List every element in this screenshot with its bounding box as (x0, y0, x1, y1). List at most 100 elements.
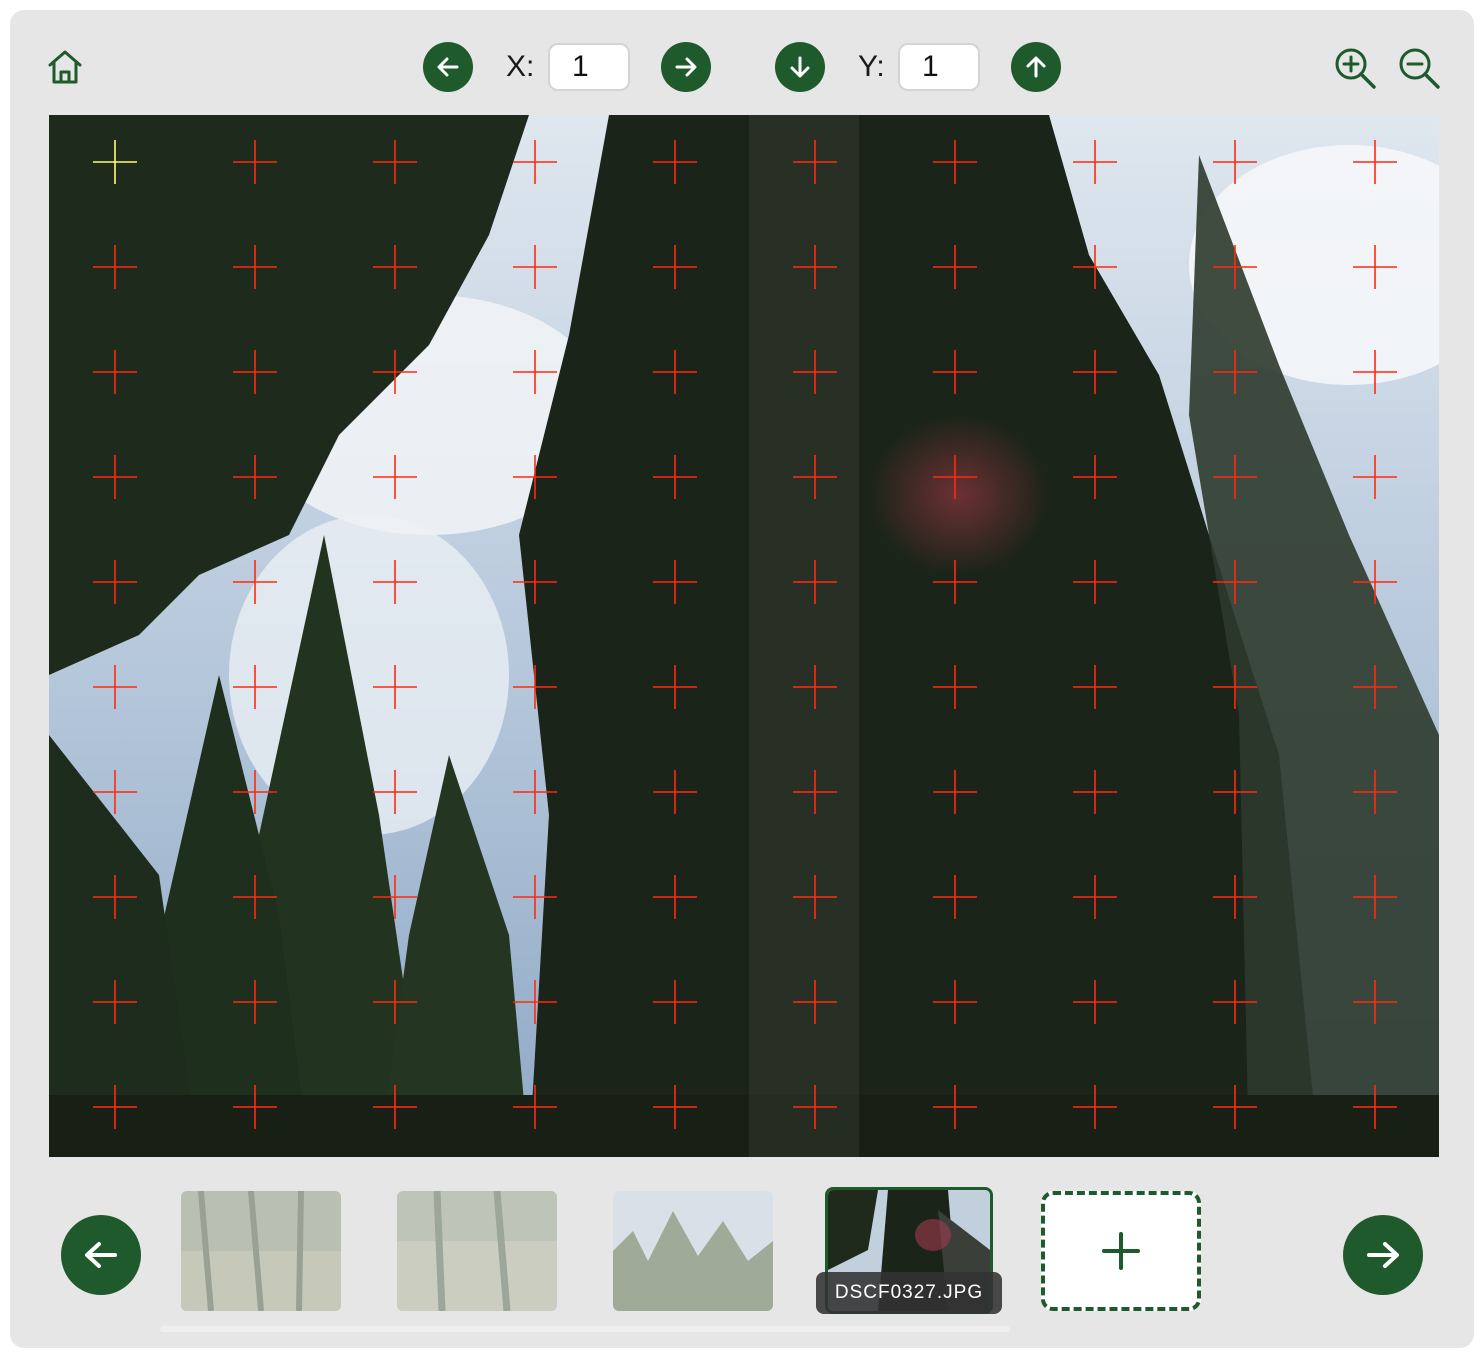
grid-crosshair[interactable] (653, 980, 697, 1024)
grid-crosshair[interactable] (93, 875, 137, 919)
grid-crosshair[interactable] (513, 665, 557, 709)
grid-crosshair[interactable] (93, 560, 137, 604)
grid-crosshair[interactable] (373, 770, 417, 814)
grid-crosshair[interactable] (373, 140, 417, 184)
grid-crosshair[interactable] (1213, 1085, 1257, 1129)
grid-crosshair[interactable] (933, 350, 977, 394)
grid-crosshair[interactable] (1073, 140, 1117, 184)
grid-crosshair[interactable] (233, 560, 277, 604)
grid-crosshair[interactable] (373, 980, 417, 1024)
grid-crosshair[interactable] (1353, 980, 1397, 1024)
grid-crosshair[interactable] (513, 245, 557, 289)
grid-crosshair[interactable] (513, 455, 557, 499)
grid-crosshair[interactable] (1353, 770, 1397, 814)
grid-crosshair[interactable] (933, 245, 977, 289)
grid-crosshair[interactable] (233, 770, 277, 814)
thumbnail-2[interactable] (397, 1191, 557, 1311)
grid-crosshair[interactable] (933, 560, 977, 604)
grid-crosshair[interactable] (1213, 140, 1257, 184)
grid-crosshair[interactable] (1213, 245, 1257, 289)
thumbnail-3[interactable] (613, 1191, 773, 1311)
grid-crosshair[interactable] (1353, 140, 1397, 184)
grid-crosshair[interactable] (1073, 350, 1117, 394)
grid-crosshair[interactable] (933, 1085, 977, 1129)
grid-crosshair[interactable] (793, 770, 837, 814)
y-input[interactable] (898, 43, 980, 91)
grid-crosshair[interactable] (793, 980, 837, 1024)
grid-crosshair[interactable] (653, 1085, 697, 1129)
grid-crosshair[interactable] (1073, 1085, 1117, 1129)
grid-crosshair[interactable] (513, 980, 557, 1024)
grid-crosshair[interactable] (933, 140, 977, 184)
grid-crosshair[interactable] (233, 665, 277, 709)
grid-crosshair[interactable] (1073, 665, 1117, 709)
grid-crosshair[interactable] (653, 245, 697, 289)
grid-crosshair[interactable] (1073, 245, 1117, 289)
grid-crosshair[interactable] (793, 350, 837, 394)
grid-crosshair[interactable] (1073, 455, 1117, 499)
grid-crosshair[interactable] (233, 350, 277, 394)
grid-crosshair[interactable] (793, 875, 837, 919)
home-icon[interactable] (46, 48, 84, 86)
grid-crosshair[interactable] (793, 140, 837, 184)
grid-crosshair[interactable] (233, 140, 277, 184)
grid-crosshair[interactable] (653, 140, 697, 184)
zoom-in-icon[interactable] (1333, 46, 1377, 90)
grid-crosshair[interactable] (933, 665, 977, 709)
grid-crosshair[interactable] (513, 770, 557, 814)
grid-crosshair[interactable] (1213, 455, 1257, 499)
grid-crosshair[interactable] (513, 560, 557, 604)
previous-image-button[interactable] (61, 1215, 141, 1295)
next-image-button[interactable] (1343, 1215, 1423, 1295)
grid-crosshair[interactable] (1353, 455, 1397, 499)
grid-crosshair[interactable] (1213, 350, 1257, 394)
thumbnail-scrollbar[interactable] (160, 1326, 1010, 1332)
grid-crosshair[interactable] (1353, 875, 1397, 919)
grid-crosshair[interactable] (373, 350, 417, 394)
grid-crosshair[interactable] (233, 1085, 277, 1129)
grid-crosshair[interactable] (93, 770, 137, 814)
grid-crosshair[interactable] (1353, 665, 1397, 709)
thumbnail-1[interactable] (181, 1191, 341, 1311)
grid-crosshair[interactable] (933, 980, 977, 1024)
grid-crosshair[interactable] (1353, 560, 1397, 604)
x-decrement-button[interactable] (423, 42, 473, 92)
selected-crosshair[interactable] (93, 140, 137, 184)
grid-crosshair[interactable] (93, 665, 137, 709)
grid-crosshair[interactable] (513, 875, 557, 919)
grid-crosshair[interactable] (513, 140, 557, 184)
grid-crosshair[interactable] (653, 665, 697, 709)
grid-crosshair[interactable] (1213, 560, 1257, 604)
grid-crosshair[interactable] (93, 245, 137, 289)
grid-crosshair[interactable] (373, 665, 417, 709)
grid-crosshair[interactable] (933, 770, 977, 814)
grid-crosshair[interactable] (233, 245, 277, 289)
grid-crosshair[interactable] (1353, 245, 1397, 289)
grid-crosshair[interactable] (1213, 665, 1257, 709)
grid-crosshair[interactable] (1353, 1085, 1397, 1129)
grid-crosshair[interactable] (373, 875, 417, 919)
grid-crosshair[interactable] (653, 350, 697, 394)
x-input[interactable] (548, 43, 630, 91)
grid-crosshair[interactable] (93, 1085, 137, 1129)
grid-crosshair[interactable] (93, 455, 137, 499)
grid-crosshair[interactable] (653, 560, 697, 604)
grid-crosshair[interactable] (373, 455, 417, 499)
grid-crosshair[interactable] (933, 455, 977, 499)
add-image-button[interactable] (1041, 1191, 1201, 1311)
grid-crosshair[interactable] (373, 245, 417, 289)
zoom-out-icon[interactable] (1397, 46, 1441, 90)
grid-crosshair[interactable] (1073, 875, 1117, 919)
x-increment-button[interactable] (661, 42, 711, 92)
grid-crosshair[interactable] (1073, 560, 1117, 604)
grid-crosshair[interactable] (793, 455, 837, 499)
grid-crosshair[interactable] (1213, 770, 1257, 814)
grid-crosshair[interactable] (933, 875, 977, 919)
grid-crosshair[interactable] (513, 350, 557, 394)
grid-crosshair[interactable] (1213, 875, 1257, 919)
grid-crosshair[interactable] (233, 875, 277, 919)
grid-crosshair[interactable] (1353, 350, 1397, 394)
grid-crosshair[interactable] (513, 1085, 557, 1129)
grid-crosshair[interactable] (653, 770, 697, 814)
grid-crosshair[interactable] (1213, 980, 1257, 1024)
